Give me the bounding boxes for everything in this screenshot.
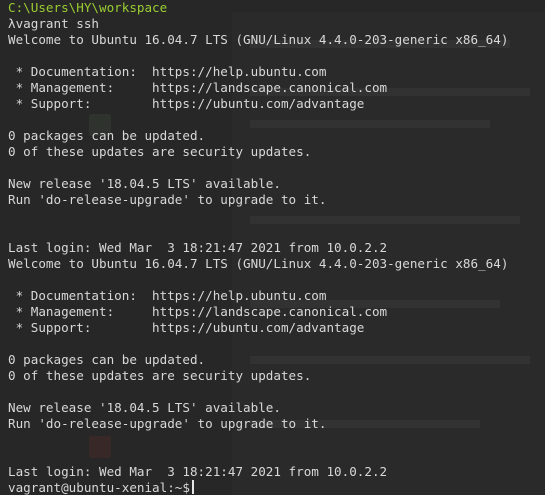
shell-prompt: vagrant@ubuntu-xenial:~$ [8, 480, 190, 495]
doc-line: * Documentation: https://help.ubuntu.com [8, 64, 327, 79]
release-line: New release '18.04.5 LTS' available. [8, 176, 281, 191]
support-line: * Support: https://ubuntu.com/advantage [8, 320, 365, 335]
doc-line: * Documentation: https://help.ubuntu.com [8, 288, 327, 303]
welcome-line: Welcome to Ubuntu 16.04.7 LTS (GNU/Linux… [8, 32, 509, 47]
last-login-line: Last login: Wed Mar 3 18:21:47 2021 from… [8, 464, 388, 479]
packages-line: 0 packages can be updated. [8, 128, 206, 143]
packages-line: 0 packages can be updated. [8, 352, 206, 367]
welcome-line: Welcome to Ubuntu 16.04.7 LTS (GNU/Linux… [8, 256, 509, 271]
command-line: λvagrant ssh [8, 16, 99, 31]
upgrade-line: Run 'do-release-upgrade' to upgrade to i… [8, 416, 327, 431]
prompt-path: C:\Users\HY\workspace [8, 0, 168, 15]
release-line: New release '18.04.5 LTS' available. [8, 400, 281, 415]
upgrade-line: Run 'do-release-upgrade' to upgrade to i… [8, 192, 327, 207]
management-line: * Management: https://landscape.canonica… [8, 304, 388, 319]
support-line: * Support: https://ubuntu.com/advantage [8, 96, 365, 111]
shell-prompt-line[interactable]: vagrant@ubuntu-xenial:~$ [8, 480, 545, 495]
terminal-window[interactable]: C:\Users\HY\workspace λvagrant ssh Welco… [0, 0, 545, 495]
last-login-line: Last login: Wed Mar 3 18:21:47 2021 from… [8, 240, 388, 255]
management-line: * Management: https://landscape.canonica… [8, 80, 388, 95]
text-cursor [191, 480, 194, 494]
security-line: 0 of these updates are security updates. [8, 144, 312, 159]
security-line: 0 of these updates are security updates. [8, 368, 312, 383]
terminal-output: C:\Users\HY\workspace λvagrant ssh Welco… [8, 0, 545, 495]
